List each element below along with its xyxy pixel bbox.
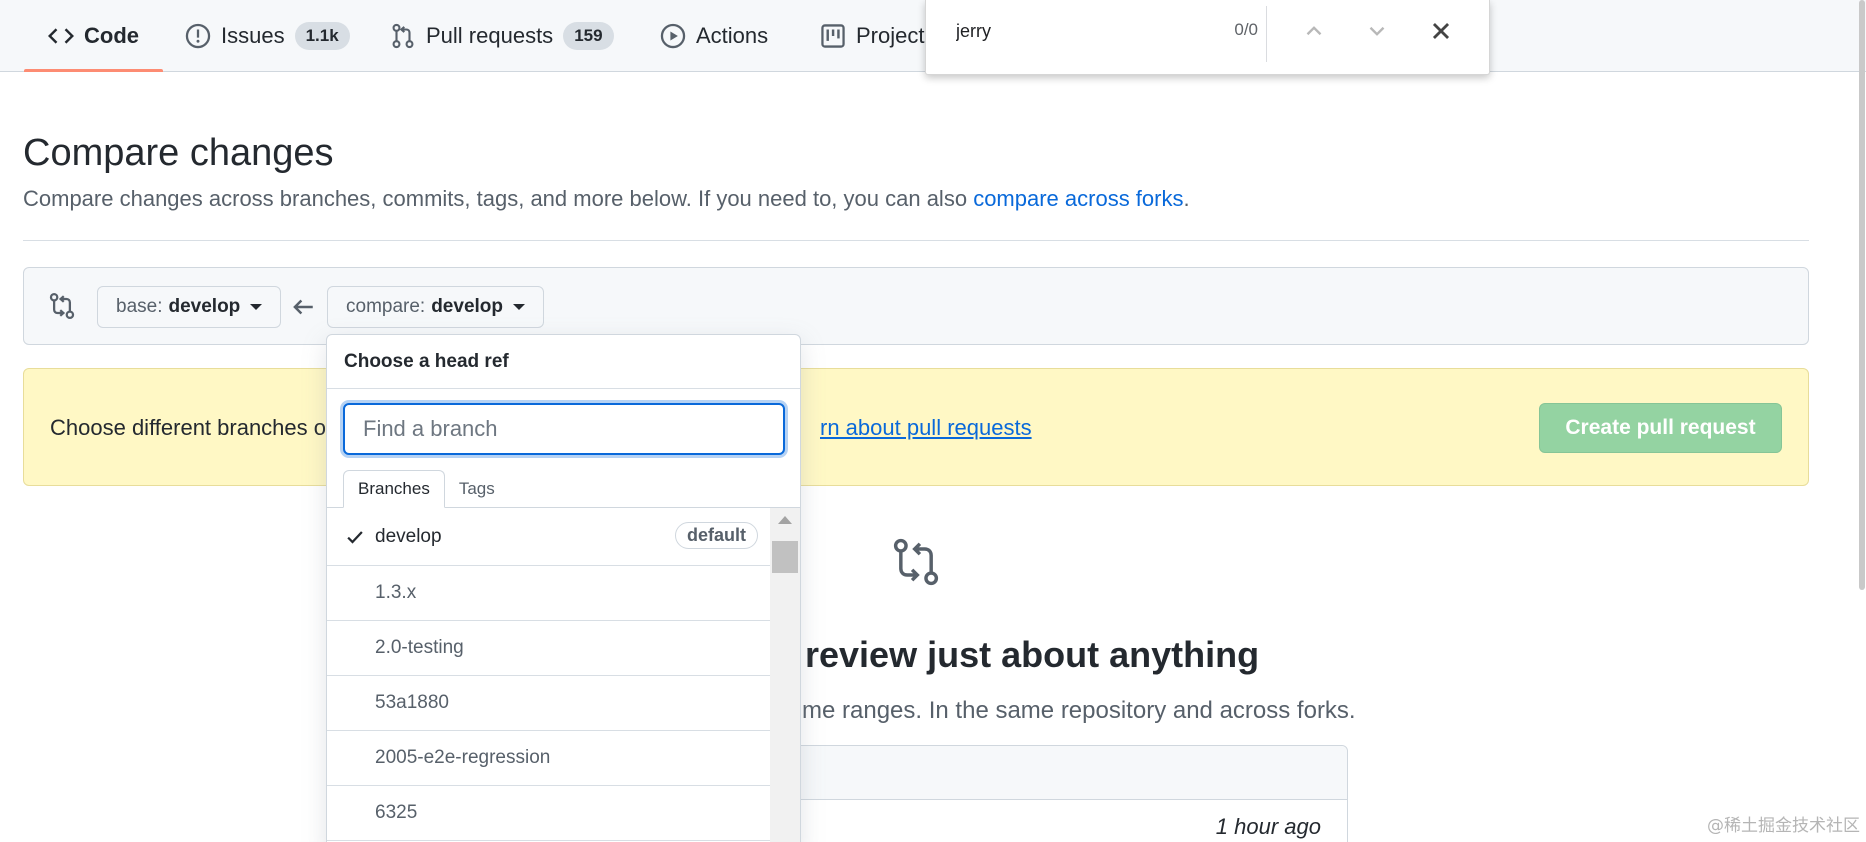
compare-branch-value: develop <box>431 296 504 317</box>
divider <box>23 240 1809 241</box>
branch-name: 2005-e2e-regression <box>375 747 551 768</box>
scroll-thumb[interactable] <box>772 541 798 573</box>
arrow-left-icon <box>290 294 316 320</box>
compare-branch-label: compare: <box>346 296 426 317</box>
page-description: Compare changes across branches, commits… <box>23 186 1190 212</box>
learn-about-pull-requests-link[interactable]: rn about pull requests <box>820 415 1032 441</box>
branch-item[interactable]: 2.0-testing <box>327 621 770 676</box>
git-compare-icon <box>890 536 942 588</box>
find-previous-button[interactable] <box>1295 12 1333 50</box>
tab-code-label: Code <box>84 23 139 48</box>
compare-branch-button[interactable]: compare: develop <box>327 286 545 328</box>
project-icon <box>820 23 846 49</box>
caret-down-icon <box>513 304 526 310</box>
tab-actions[interactable]: Actions <box>660 0 768 72</box>
find-divider <box>1266 6 1267 62</box>
flash-message: Choose different branches o rn about pul… <box>23 368 1809 486</box>
branch-item[interactable]: 6325 <box>327 786 770 841</box>
branch-name: 1.3.x <box>375 582 417 603</box>
watermark: @稀土掘金技术社区 <box>1707 816 1860 836</box>
tab-projects-label: Project <box>856 23 925 48</box>
close-icon <box>1432 22 1450 40</box>
page-scrollbar[interactable] <box>1858 0 1866 842</box>
find-input[interactable] <box>956 18 1176 44</box>
base-branch-value: develop <box>168 296 241 317</box>
example-box-header <box>741 746 1347 800</box>
tab-pull-requests-label: Pull requests <box>426 23 554 48</box>
range-editor: base: develop compare: develop <box>23 267 1809 345</box>
page-description-text: Compare changes across branches, commits… <box>23 186 968 211</box>
play-icon <box>660 23 686 49</box>
flash-text: Choose different branches o <box>50 415 326 440</box>
example-commit-box: 1 hour ago <box>740 745 1348 842</box>
tab-issues-label: Issues <box>221 23 285 48</box>
issues-counter: 1.1k <box>294 22 350 50</box>
branch-item-develop[interactable]: develop default <box>327 508 770 566</box>
issue-opened-icon <box>185 23 211 49</box>
compare-across-forks-link[interactable]: compare across forks <box>973 186 1183 211</box>
find-next-button[interactable] <box>1358 12 1396 50</box>
create-pull-request-button[interactable]: Create pull request <box>1539 403 1782 453</box>
page-description-end: . <box>1183 186 1190 211</box>
tab-code[interactable]: Code <box>24 0 163 72</box>
tab-actions-label: Actions <box>696 23 769 48</box>
git-compare-icon <box>48 292 76 320</box>
tab-branches[interactable]: Branches <box>343 470 445 508</box>
branch-list: develop default 1.3.x 2.0-testing 53a188… <box>327 508 800 842</box>
dropdown-title: Choose a head ref <box>327 335 800 389</box>
branch-item[interactable]: 53a1880 <box>327 676 770 731</box>
branch-name: develop <box>375 525 442 547</box>
scroll-up-arrow-icon[interactable] <box>778 516 792 524</box>
git-pull-request-icon <box>390 23 416 49</box>
chevron-up-icon <box>1306 26 1322 36</box>
branch-item[interactable]: 1.3.x <box>327 566 770 621</box>
blankslate-heading: review just about anything <box>805 634 1260 675</box>
find-match-count: 0/0 <box>1234 20 1258 39</box>
find-close-button[interactable] <box>1422 12 1460 50</box>
example-timestamp: 1 hour ago <box>1215 814 1321 839</box>
code-icon <box>48 23 74 49</box>
branch-name: 6325 <box>375 802 418 823</box>
caret-down-icon <box>250 304 263 310</box>
find-bar: 0/0 <box>925 0 1490 75</box>
branch-name: 53a1880 <box>375 692 449 713</box>
check-icon <box>345 527 365 547</box>
tab-issues[interactable]: Issues 1.1k <box>185 0 350 72</box>
branch-list-scrollbar[interactable] <box>770 508 800 842</box>
compare-page: Code Issues 1.1k Pull requests 159 Actio… <box>0 0 1866 842</box>
page-title: Compare changes <box>23 132 334 174</box>
default-badge: default <box>674 522 758 549</box>
dropdown-filter <box>327 389 800 471</box>
branch-name: 2.0-testing <box>375 637 464 658</box>
tab-pull-requests[interactable]: Pull requests 159 <box>390 0 614 72</box>
dropdown-tabs: Branches Tags <box>327 470 800 508</box>
head-ref-dropdown: Choose a head ref Branches Tags develop … <box>326 334 801 842</box>
find-branch-input[interactable] <box>343 403 785 455</box>
base-branch-button[interactable]: base: develop <box>97 286 282 328</box>
chevron-down-icon <box>1369 26 1385 36</box>
page-scroll-thumb[interactable] <box>1859 0 1865 590</box>
blankslate-subtext: d time ranges. In the same repository an… <box>770 697 1356 724</box>
base-branch-label: base: <box>116 296 163 317</box>
tab-projects[interactable]: Project <box>820 0 924 72</box>
branch-item[interactable]: 2005-e2e-regression <box>327 731 770 786</box>
tab-tags[interactable]: Tags <box>445 470 509 507</box>
pull-requests-counter: 159 <box>563 22 614 50</box>
